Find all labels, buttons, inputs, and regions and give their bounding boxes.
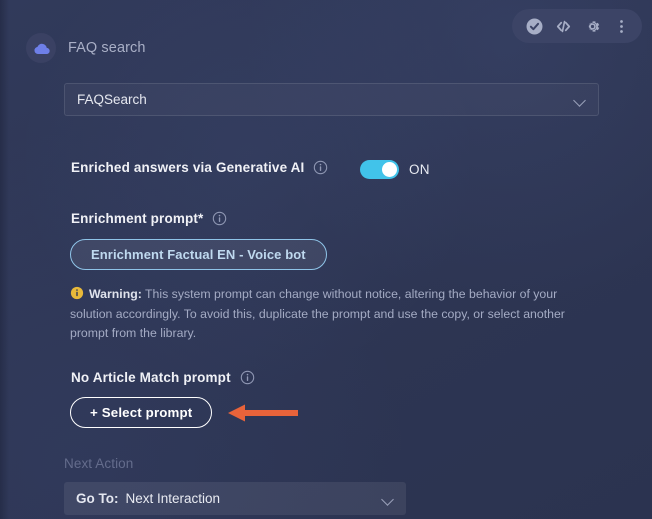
arrow-annotation xyxy=(228,404,298,422)
no-article-match-label: No Article Match prompt xyxy=(71,370,231,385)
node-header: FAQ search xyxy=(26,33,146,63)
cloud-icon xyxy=(26,33,56,63)
select-prompt-button-label: + Select prompt xyxy=(90,405,193,420)
toggle-state-label: ON xyxy=(409,162,430,177)
node-type-value: FAQSearch xyxy=(77,92,147,107)
page-title: FAQ search xyxy=(68,40,146,56)
validate-icon[interactable] xyxy=(521,13,547,39)
node-type-select[interactable]: FAQSearch xyxy=(64,83,599,116)
code-icon[interactable] xyxy=(550,13,576,39)
warning-text: This system prompt can change without no… xyxy=(70,287,565,340)
warning-icon xyxy=(70,286,84,300)
enrichment-prompt-row: Enrichment prompt* xyxy=(71,211,227,226)
more-vert-icon[interactable] xyxy=(608,13,634,39)
enrichment-prompt-chip-label: Enrichment Factual EN - Voice bot xyxy=(91,247,306,262)
enriched-answers-label: Enriched answers via Generative AI xyxy=(71,160,305,175)
enriched-answers-row: Enriched answers via Generative AI xyxy=(71,160,328,175)
goto-value: Next Interaction xyxy=(125,491,221,506)
warning-strong-label: Warning: xyxy=(89,287,142,301)
enrichment-prompt-chip[interactable]: Enrichment Factual EN - Voice bot xyxy=(70,239,327,270)
enrichment-prompt-label: Enrichment prompt* xyxy=(71,211,204,226)
select-prompt-button[interactable]: + Select prompt xyxy=(70,397,213,428)
info-icon[interactable] xyxy=(313,160,328,175)
goto-lead-label: Go To: xyxy=(76,491,119,506)
no-article-match-row: No Article Match prompt xyxy=(71,370,255,385)
node-config-panel: FAQ search FAQSearch Enriched answers vi… xyxy=(0,0,652,519)
next-action-label: Next Action xyxy=(64,456,134,471)
toggle-knob xyxy=(382,162,397,177)
gear-icon[interactable] xyxy=(579,13,605,39)
goto-select[interactable]: Go To: Next Interaction xyxy=(64,482,406,515)
warning-message: Warning: This system prompt can change w… xyxy=(70,285,566,344)
info-icon[interactable] xyxy=(212,211,227,226)
node-toolbar xyxy=(512,9,642,43)
enriched-answers-toggle[interactable] xyxy=(360,160,399,179)
info-icon[interactable] xyxy=(240,370,255,385)
panel-left-edge-shadow xyxy=(0,0,9,519)
chevron-down-icon xyxy=(574,94,586,106)
chevron-down-icon xyxy=(382,493,394,505)
enriched-answers-toggle-group: ON xyxy=(360,160,430,179)
